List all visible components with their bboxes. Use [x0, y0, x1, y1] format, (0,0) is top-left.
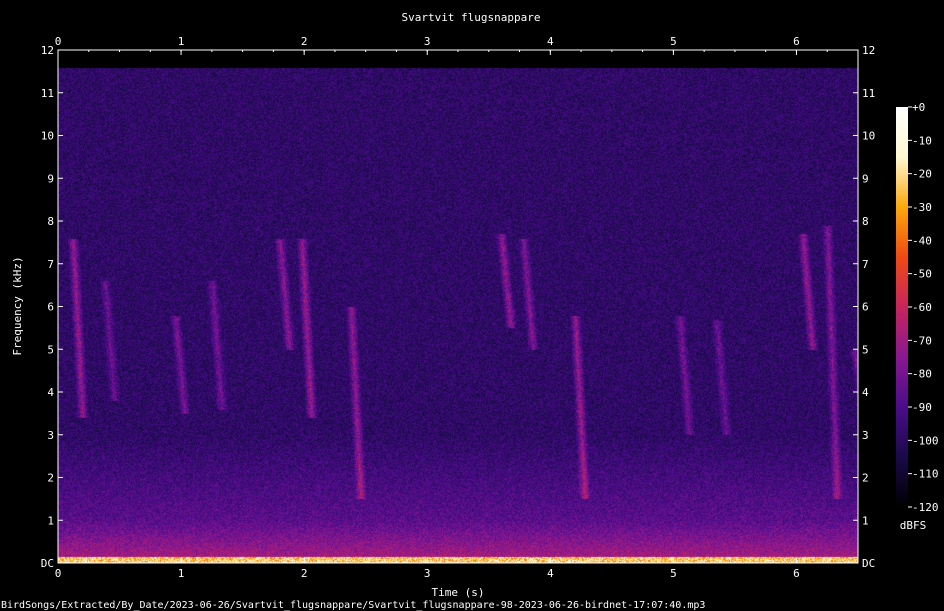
y-tick-label: 3	[47, 429, 54, 442]
x-tick-label-top: 5	[670, 35, 677, 48]
y-tick-label-right: 5	[862, 343, 869, 356]
colorbar: +0 -10 -20 -30 -40 -50 -60 -70 -80 -90 -100 -110 -12…	[896, 101, 939, 532]
y-tick-label-right: 12	[862, 44, 875, 57]
spectrogram-plot	[57, 49, 859, 564]
x-tick-label: 4	[547, 567, 554, 580]
y-tick-label-right: 11	[862, 87, 875, 100]
y-tick-label: 2	[47, 472, 54, 485]
x-tick-label-top: 6	[793, 35, 800, 48]
y-tick-label-right: 3	[862, 429, 869, 442]
colorbar-tick-label: -40	[912, 234, 932, 247]
colorbar-tick-label: -90	[912, 401, 932, 414]
x-tick-label: 1	[178, 567, 185, 580]
x-tick-label: 0	[55, 567, 62, 580]
y-tick-label-right: 4	[862, 386, 869, 399]
colorbar-label: dBFS	[900, 519, 927, 532]
y-tick-label: DC	[41, 557, 54, 570]
y-tick-label: 6	[47, 301, 54, 314]
x-tick-label-top: 2	[301, 35, 308, 48]
colorbar-tick-label: -120	[912, 501, 939, 514]
y-tick-label: 9	[47, 172, 54, 185]
colorbar-tick-label: -10	[912, 134, 932, 147]
x-axis-label: Time (s)	[432, 586, 485, 599]
y-axis-label: Frequency (kHz)	[11, 256, 24, 355]
x-tick-label-top: 0	[55, 35, 62, 48]
x-tick-label-top: 1	[178, 35, 185, 48]
colorbar-tick-label: -20	[912, 168, 932, 181]
y-tick-label: 10	[41, 130, 54, 143]
y-tick-label: 5	[47, 343, 54, 356]
colorbar-tick-label: -60	[912, 301, 932, 314]
colorbar-gradient	[896, 107, 908, 507]
y-tick-label-right: 9	[862, 172, 869, 185]
y-tick-label: 11	[41, 87, 54, 100]
x-tick-label: 3	[424, 567, 431, 580]
y-tick-label: 4	[47, 386, 54, 399]
x-tick-label: 5	[670, 567, 677, 580]
x-tick-label-top: 3	[424, 35, 431, 48]
y-tick-label: 8	[47, 215, 54, 228]
y-tick-label-right: 8	[862, 215, 869, 228]
y-tick-label-right: 10	[862, 130, 875, 143]
y-tick-label-right: 7	[862, 258, 869, 271]
chart-title: Svartvit flugsnappare	[401, 11, 540, 24]
x-tick-label: 2	[301, 567, 308, 580]
y-tick-label: 7	[47, 258, 54, 271]
colorbar-tick-label: -80	[912, 368, 932, 381]
colorbar-tick-label: -100	[912, 434, 939, 447]
x-tick-label: 6	[793, 567, 800, 580]
y-tick-label-right: 2	[862, 472, 869, 485]
y-tick-label-right: 6	[862, 301, 869, 314]
colorbar-tick-label: -110	[912, 468, 939, 481]
colorbar-ticks: +0 -10 -20 -30 -40 -50 -60 -70 -80 -90 -100 -110 -12…	[908, 101, 939, 514]
colorbar-tick-label: -30	[912, 201, 932, 214]
y-tick-label: 1	[47, 514, 54, 527]
spectrogram-image	[58, 50, 858, 563]
y-tick-label: 12	[41, 44, 54, 57]
colorbar-tick-label: -50	[912, 268, 932, 281]
x-tick-label-top: 4	[547, 35, 554, 48]
y-tick-label-right: 1	[862, 514, 869, 527]
file-path-caption: BirdSongs/Extracted/By_Date/2023-06-26/S…	[1, 600, 705, 611]
y-tick-label-right: DC	[862, 557, 875, 570]
colorbar-tick-label: -70	[912, 334, 932, 347]
colorbar-tick-label: +0	[912, 101, 925, 114]
spectrogram-chart: Svartvit flugsnappare 0123456 0123456 DC…	[1, 11, 939, 611]
